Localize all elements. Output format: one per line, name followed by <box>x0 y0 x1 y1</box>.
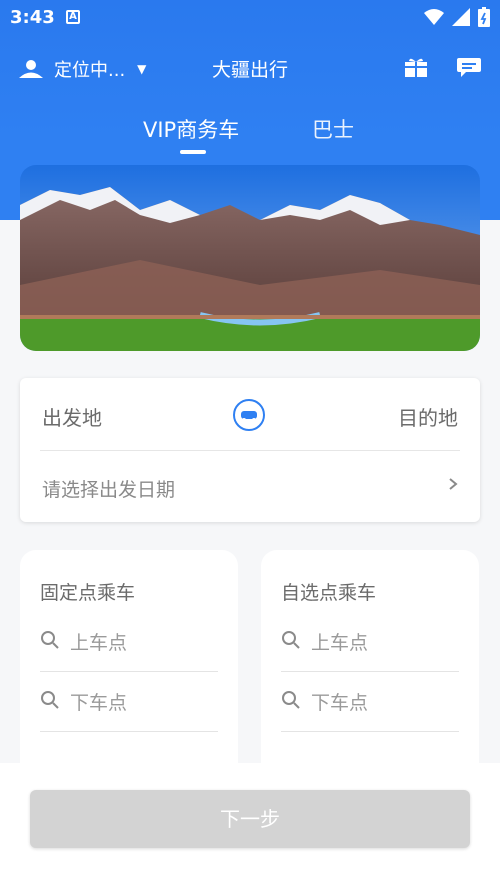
tab-vip-business-car[interactable]: VIP商务车 <box>143 114 239 144</box>
a-notification-icon: A <box>66 10 80 24</box>
wifi-icon <box>424 9 444 25</box>
message-icon[interactable] <box>456 56 482 78</box>
next-step-button[interactable]: 下一步 <box>30 790 470 848</box>
alighting-point-placeholder: 下车点 <box>70 692 128 714</box>
route-card: 出发地 目的地 请选择出发日期 <box>20 378 480 522</box>
battery-icon <box>478 7 490 27</box>
alighting-point-field[interactable]: 下车点 <box>281 672 459 732</box>
chevron-right-icon <box>449 478 458 490</box>
destination-field[interactable]: 目的地 <box>398 402 458 431</box>
search-icon <box>41 631 59 649</box>
cell-signal-icon <box>452 8 470 26</box>
boarding-point-field[interactable]: 上车点 <box>40 612 218 672</box>
status-right <box>424 7 490 27</box>
status-time: 3:43 <box>10 7 55 28</box>
boarding-point-field[interactable]: 上车点 <box>281 612 459 672</box>
bottom-bar: 下一步 <box>0 763 500 888</box>
field-divider <box>40 731 218 732</box>
fixed-pickup-card[interactable]: 固定点乘车 上车点 下车点 <box>20 550 238 790</box>
search-icon <box>282 691 300 709</box>
boarding-point-placeholder: 上车点 <box>311 632 369 654</box>
tab-bus[interactable]: 巴士 <box>312 114 354 144</box>
status-bar: 3:43 A <box>0 0 500 34</box>
banner-image[interactable] <box>20 165 480 351</box>
search-icon <box>282 631 300 649</box>
departure-date-field[interactable]: 请选择出发日期 <box>20 451 480 521</box>
gift-icon[interactable] <box>404 57 428 77</box>
card-title: 自选点乘车 <box>281 582 377 604</box>
boarding-point-placeholder: 上车点 <box>70 632 128 654</box>
alighting-point-field[interactable]: 下车点 <box>40 672 218 732</box>
departure-field[interactable]: 出发地 <box>42 402 102 431</box>
active-tab-indicator <box>180 150 206 154</box>
custom-pickup-card[interactable]: 自选点乘车 上车点 下车点 <box>261 550 479 790</box>
top-bar: 定位中... ▼ 大疆出行 <box>0 44 500 88</box>
route-selector: 出发地 目的地 <box>20 378 480 450</box>
mountain-landscape-image <box>20 165 480 351</box>
alighting-point-placeholder: 下车点 <box>311 692 369 714</box>
service-tabs: VIP商务车 巴士 <box>0 110 500 160</box>
header-actions <box>404 56 482 78</box>
search-icon <box>41 691 59 709</box>
card-title: 固定点乘车 <box>40 582 136 604</box>
swap-car-icon[interactable] <box>232 398 266 432</box>
field-divider <box>281 731 459 732</box>
date-placeholder: 请选择出发日期 <box>42 479 176 501</box>
